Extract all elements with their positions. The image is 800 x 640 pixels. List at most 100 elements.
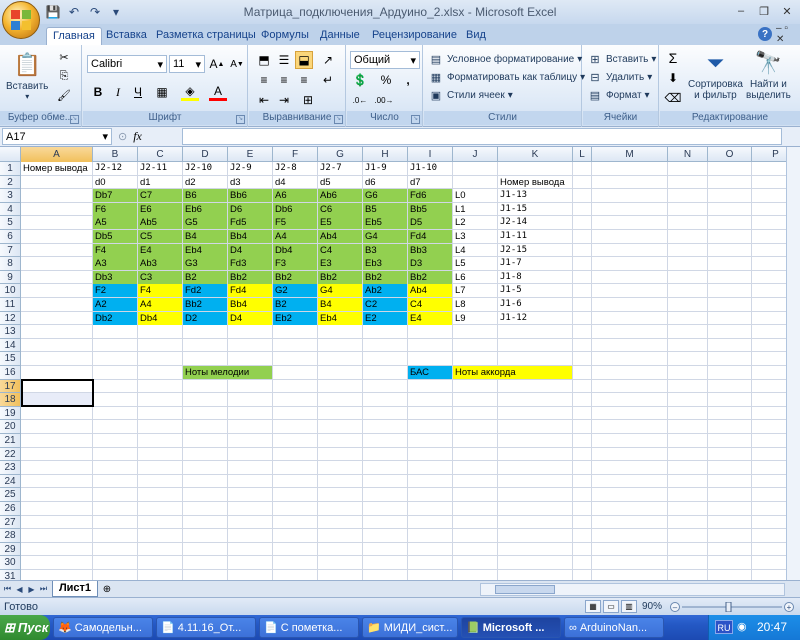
sheet-tab-active[interactable]: Лист1 — [52, 581, 98, 597]
cell-J4[interactable]: L1 — [453, 203, 497, 216]
cell-C12[interactable]: Db4 — [138, 311, 182, 325]
font-size-select[interactable]: 11 ▾ — [169, 55, 205, 73]
cell-D9[interactable]: B2 — [183, 270, 227, 284]
cell-C10[interactable]: F4 — [138, 284, 182, 298]
zoom-level[interactable]: 90% — [642, 601, 662, 612]
vertical-scrollbar[interactable] — [786, 147, 800, 580]
cell-K2[interactable]: Номер вывода — [498, 176, 572, 189]
increase-indent-icon[interactable]: ⇥ — [275, 91, 293, 109]
tab-insert[interactable]: Вставка — [100, 27, 153, 45]
cell-E9[interactable]: Bb2 — [228, 270, 272, 284]
cell-G9[interactable]: Bb2 — [318, 270, 362, 284]
clipboard-launcher-icon[interactable]: ↘ — [70, 115, 79, 124]
cell-H1[interactable]: J1-9 — [363, 162, 407, 175]
cell-I2[interactable]: d7 — [408, 176, 452, 189]
align-top-icon[interactable]: ⬒ — [255, 51, 273, 69]
cell-I1[interactable]: J1-10 — [408, 162, 452, 175]
number-format-select[interactable]: Общий ▾ — [350, 51, 420, 69]
fill-icon[interactable]: ⬇ — [664, 69, 682, 87]
currency-icon[interactable]: 💲 — [351, 71, 369, 89]
legend-bass[interactable]: БАС — [408, 366, 452, 379]
cell-F4[interactable]: Db6 — [273, 202, 317, 216]
cell-G10[interactable]: G4 — [318, 284, 362, 298]
cell-K5[interactable]: J2-14 — [498, 216, 572, 229]
column-header-H[interactable]: H — [363, 147, 408, 162]
cell-D2[interactable]: d2 — [183, 176, 227, 189]
save-icon[interactable]: 💾 — [44, 3, 62, 20]
cell-D11[interactable]: Bb2 — [183, 298, 227, 311]
cell-E1[interactable]: J2-9 — [228, 162, 272, 175]
font-color-icon[interactable]: A — [209, 83, 227, 101]
cell-F11[interactable]: B2 — [273, 298, 317, 311]
cell-F7[interactable]: Db4 — [273, 243, 317, 257]
ribbon-controls[interactable]: – ▫ ✕ — [776, 23, 796, 45]
cell-K4[interactable]: J1-15 — [498, 203, 572, 216]
cell-E3[interactable]: Bb6 — [228, 189, 272, 203]
cell-H10[interactable]: Ab2 — [363, 284, 407, 298]
taskbar-item-excel[interactable]: 📗 Microsoft ... — [461, 617, 561, 638]
cell-E2[interactable]: d3 — [228, 176, 272, 189]
spreadsheet-grid[interactable]: ABCDEFGHIJKLMNOP 1 2 3 4 5 6 7 8 9 10 11 12 13 14 15 16… — [0, 147, 800, 580]
page-break-view-icon[interactable]: ▥ — [621, 600, 637, 613]
cell-G2[interactable]: d5 — [318, 176, 362, 189]
cell-B11[interactable]: A2 — [93, 298, 137, 311]
cell-C7[interactable]: E4 — [138, 243, 182, 257]
copy-icon[interactable]: ⎘ — [56, 68, 72, 84]
cell-I5[interactable]: D5 — [408, 216, 452, 230]
cell-C1[interactable]: J2-11 — [138, 162, 182, 175]
cell-B3[interactable]: Db7 — [93, 189, 137, 203]
customize-qat-icon[interactable]: ▾ — [107, 3, 125, 20]
page-layout-view-icon[interactable]: ▭ — [603, 600, 619, 613]
cell-G11[interactable]: B4 — [318, 298, 362, 311]
format-painter-icon[interactable]: 🖌 — [56, 87, 72, 103]
restore-button[interactable]: ❐ — [753, 2, 775, 20]
cell-C11[interactable]: A4 — [138, 298, 182, 311]
align-middle-icon[interactable]: ☰ — [275, 51, 293, 69]
column-header-F[interactable]: F — [273, 147, 318, 162]
format-as-table-button[interactable]: ▦ Форматировать как таблицу ▾ — [428, 69, 585, 85]
cell-C6[interactable]: C5 — [138, 230, 182, 243]
office-button[interactable] — [2, 1, 40, 39]
taskbar-item-folder[interactable]: 📁 МИДИ_сист... — [362, 617, 458, 638]
insert-sheet-icon[interactable]: ⊕ — [98, 582, 116, 596]
find-select-button[interactable]: 🔭 Найти и выделить — [746, 47, 791, 101]
cell-B7[interactable]: F4 — [93, 243, 137, 257]
cell-I11[interactable]: C4 — [408, 298, 452, 311]
cell-E4[interactable]: D6 — [228, 202, 272, 216]
cell-B8[interactable]: A3 — [93, 257, 137, 271]
number-launcher-icon[interactable]: ↘ — [411, 115, 420, 124]
cell-D4[interactable]: Eb6 — [183, 202, 227, 216]
cell-D7[interactable]: Eb4 — [183, 243, 227, 257]
cell-F9[interactable]: Bb2 — [273, 270, 317, 284]
taskbar-item-doc2[interactable]: 📄 С пометка... — [259, 617, 359, 638]
column-header-L[interactable]: L — [573, 147, 592, 162]
cell-J9[interactable]: L6 — [453, 271, 497, 284]
cell-H7[interactable]: B3 — [363, 243, 407, 257]
cell-A1[interactable]: Номер вывода — [21, 162, 92, 175]
insert-cells-button[interactable]: ⊞ Вставить ▾ — [587, 51, 656, 67]
cell-G8[interactable]: E3 — [318, 257, 362, 271]
cell-B12[interactable]: Db2 — [93, 311, 137, 325]
cell-H9[interactable]: Bb2 — [363, 270, 407, 284]
cell-K3[interactable]: J1-13 — [498, 189, 572, 202]
cell-F3[interactable]: A6 — [273, 189, 317, 203]
comma-button[interactable]: , — [399, 71, 417, 89]
paste-button[interactable]: 📋 Вставить ▾ — [6, 49, 48, 101]
column-header-I[interactable]: I — [408, 147, 453, 162]
cell-B10[interactable]: F2 — [93, 284, 137, 298]
cell-G4[interactable]: C6 — [318, 202, 362, 216]
merge-center-icon[interactable]: ⊞ — [299, 91, 317, 109]
cell-I8[interactable]: D3 — [408, 257, 452, 271]
cell-C9[interactable]: C3 — [138, 270, 182, 284]
tab-page-layout[interactable]: Разметка страницы — [150, 27, 262, 45]
minimize-button[interactable]: – — [730, 2, 752, 20]
decrease-indent-icon[interactable]: ⇤ — [255, 91, 273, 109]
tab-formulas[interactable]: Формулы — [255, 27, 315, 45]
conditional-formatting-button[interactable]: ▤ Условное форматирование ▾ — [428, 51, 582, 67]
language-indicator[interactable]: RU — [715, 620, 733, 634]
zoom-slider[interactable]: – + — [670, 602, 795, 612]
cell-D6[interactable]: B4 — [183, 230, 227, 243]
cell-G12[interactable]: Eb4 — [318, 311, 362, 325]
cell-F1[interactable]: J2-8 — [273, 162, 317, 175]
cell-B2[interactable]: d0 — [93, 176, 137, 189]
